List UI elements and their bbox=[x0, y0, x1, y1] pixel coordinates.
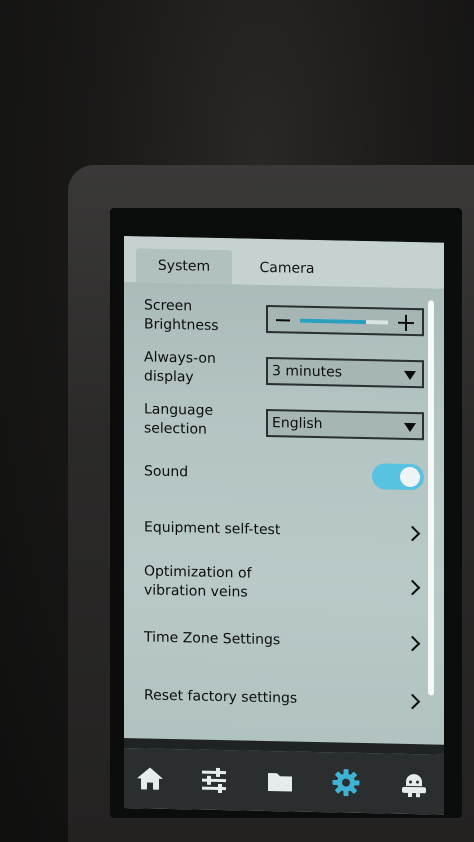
chevron-right-icon[interactable] bbox=[404, 579, 421, 596]
language-value: English bbox=[272, 415, 323, 433]
always-on-value: 3 minutes bbox=[272, 363, 343, 381]
brightness-track[interactable] bbox=[300, 318, 388, 325]
setting-row-time-zone[interactable]: Time Zone Settings bbox=[134, 620, 424, 662]
setting-row-vibration[interactable]: Optimization of vibration veins bbox=[134, 560, 424, 610]
language-label: Language selection bbox=[144, 400, 213, 439]
setting-row-reset[interactable]: Reset factory settings bbox=[134, 678, 424, 720]
gear-icon bbox=[332, 769, 360, 797]
always-on-select[interactable]: 3 minutes bbox=[266, 356, 424, 389]
settings-scrollbar[interactable] bbox=[428, 300, 434, 696]
bottom-navbar bbox=[124, 748, 444, 815]
nav-adjust[interactable] bbox=[196, 762, 232, 799]
reset-label: Reset factory settings bbox=[144, 687, 298, 707]
language-select[interactable]: English bbox=[266, 408, 424, 441]
nav-settings[interactable] bbox=[328, 764, 364, 801]
setting-row-brightness: Screen Brightness bbox=[134, 296, 424, 342]
time-zone-label: Time Zone Settings bbox=[144, 629, 281, 649]
chevron-down-icon bbox=[404, 370, 416, 381]
device-screen: System Camera Screen Brightness Always-o… bbox=[124, 236, 444, 815]
chevron-down-icon bbox=[404, 422, 416, 433]
robot-icon bbox=[402, 774, 426, 798]
chevron-right-icon[interactable] bbox=[404, 635, 421, 652]
nav-home[interactable] bbox=[132, 760, 168, 797]
sound-toggle[interactable] bbox=[372, 463, 424, 491]
setting-row-language: Language selection English bbox=[134, 400, 424, 446]
toggle-knob bbox=[400, 466, 420, 488]
minus-icon[interactable] bbox=[276, 319, 290, 322]
home-icon bbox=[137, 767, 163, 790]
sound-label: Sound bbox=[144, 463, 189, 481]
vibration-label-line2: vibration veins bbox=[144, 582, 248, 601]
always-on-label: Always-on display bbox=[144, 348, 216, 388]
sliders-icon bbox=[202, 767, 226, 794]
setting-row-always-on: Always-on display 3 minutes bbox=[134, 348, 424, 394]
settings-list: Screen Brightness Always-on display 3 mi… bbox=[124, 282, 444, 745]
tab-bar: System Camera bbox=[124, 236, 444, 289]
vibration-label: Optimization of vibration veins bbox=[144, 562, 252, 602]
language-label-line2: selection bbox=[144, 420, 207, 438]
brightness-fill bbox=[300, 318, 366, 325]
brightness-label-line2: Brightness bbox=[144, 316, 219, 334]
always-on-label-line2: display bbox=[144, 368, 194, 386]
chevron-right-icon[interactable] bbox=[404, 693, 421, 710]
always-on-label-line1: Always-on bbox=[144, 349, 216, 367]
folder-icon bbox=[268, 773, 292, 792]
language-label-line1: Language bbox=[144, 401, 214, 419]
setting-row-sound: Sound bbox=[134, 458, 424, 494]
plus-icon-vertical bbox=[405, 314, 407, 331]
tab-camera[interactable]: Camera bbox=[242, 250, 332, 286]
brightness-label-line1: Screen bbox=[144, 297, 193, 315]
setting-row-self-test[interactable]: Equipment self-test bbox=[134, 510, 424, 552]
chevron-right-icon[interactable] bbox=[404, 525, 421, 542]
nav-device[interactable] bbox=[396, 766, 432, 803]
nav-files[interactable] bbox=[262, 763, 298, 800]
brightness-label: Screen Brightness bbox=[144, 296, 219, 336]
tab-system[interactable]: System bbox=[136, 248, 232, 285]
vibration-label-line1: Optimization of bbox=[144, 563, 252, 582]
self-test-label: Equipment self-test bbox=[144, 519, 281, 539]
brightness-slider[interactable] bbox=[266, 304, 424, 337]
scrollbar-thumb[interactable] bbox=[428, 300, 434, 696]
